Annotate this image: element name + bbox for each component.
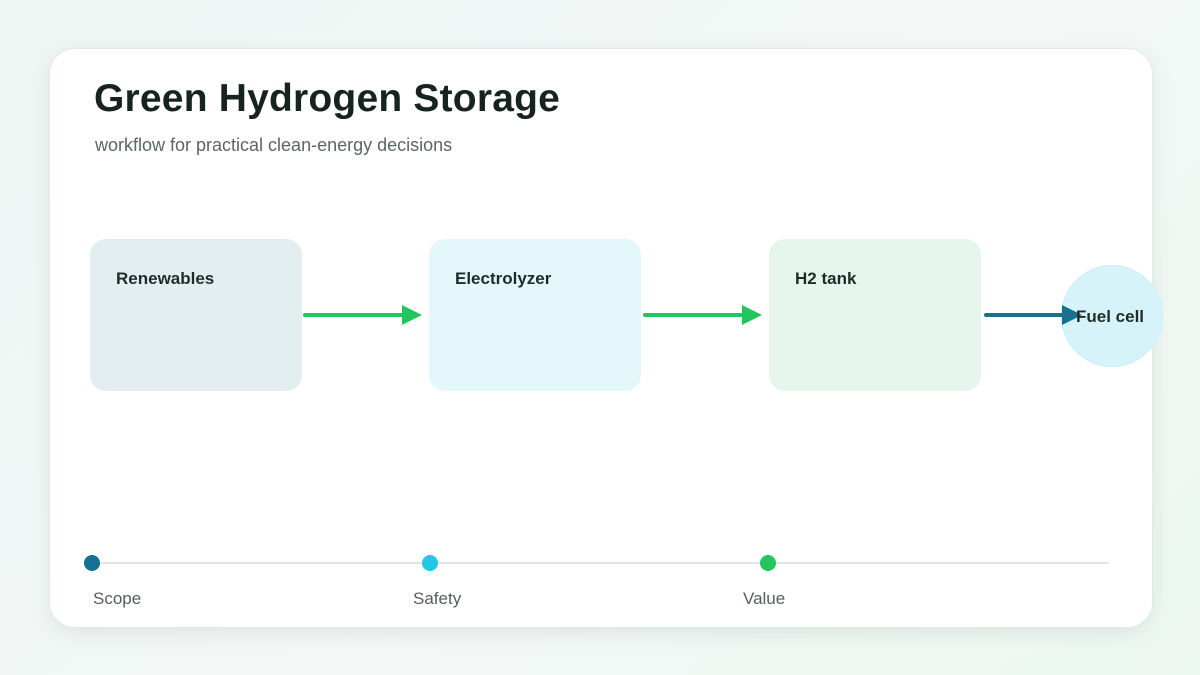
page-title: Green Hydrogen Storage [94,77,561,120]
node-renewables: Renewables [90,239,302,391]
diagram-card: Green Hydrogen Storage workflow for prac… [49,48,1163,628]
milestone-dot-value [760,555,776,571]
arrow-electrolyzer-to-h2-tank [643,305,762,325]
node-electrolyzer: Electrolyzer [429,239,641,391]
milestone-dot-safety [422,555,438,571]
arrow-renewables-to-electrolyzer [303,305,422,325]
node-h2-tank: H2 tank [769,239,981,391]
timeline-track [92,562,1109,564]
milestone-label-safety: Safety [413,589,462,608]
node-electrolyzer-label: Electrolyzer [455,269,552,288]
milestone-label-value: Value [743,589,786,608]
milestone-label-scope: Scope [93,589,142,608]
milestone-dot-scope [84,555,100,571]
node-h2-tank-label: H2 tank [795,269,857,288]
node-renewables-label: Renewables [116,269,215,288]
node-fuel-cell-label: Fuel cell [1076,307,1145,326]
page-subtitle: workflow for practical clean-energy deci… [95,135,453,155]
